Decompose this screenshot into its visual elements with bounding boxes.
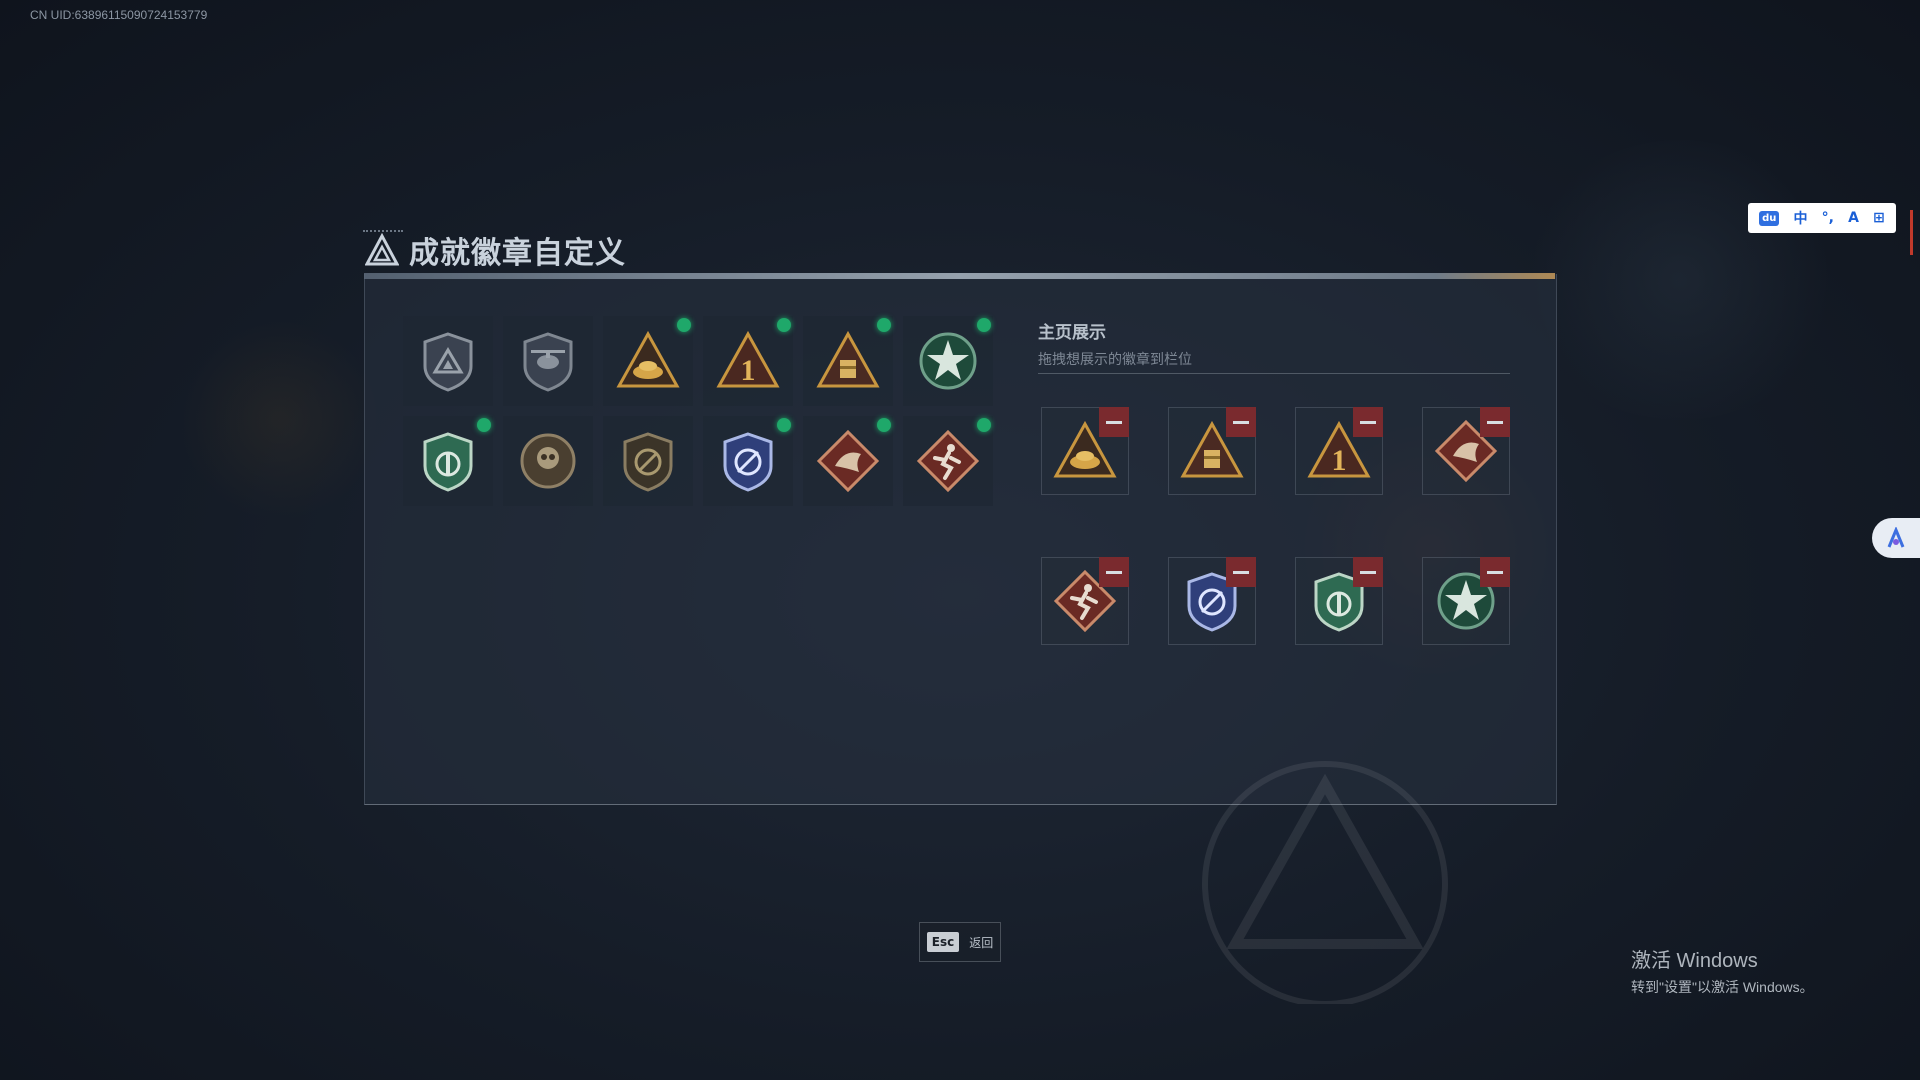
showcase-header: 主页展示 拖拽想展示的徽章到栏位 <box>1038 318 1192 369</box>
page-header: 成就徽章自定义 <box>365 228 626 272</box>
remove-badge-button[interactable] <box>1226 557 1256 587</box>
minus-icon <box>1360 420 1376 424</box>
minus-icon <box>1233 420 1249 424</box>
blue-crest-badge-icon <box>723 432 773 492</box>
windows-activation-watermark: 激活 Windows 转到"设置"以激活 Windows。 <box>1631 944 1814 997</box>
runner-diamond-badge-icon <box>916 429 980 493</box>
showcase-slot[interactable] <box>1295 557 1383 645</box>
supply-crate-triangle-badge-icon <box>816 330 880 388</box>
badge-cell[interactable] <box>403 316 493 406</box>
remove-badge-button[interactable] <box>1099 557 1129 587</box>
badge-cell[interactable] <box>703 416 793 506</box>
showcase-subtitle: 拖拽想展示的徽章到栏位 <box>1038 352 1192 368</box>
badge-cell[interactable] <box>803 316 893 406</box>
number-one-triangle-badge-icon: 1 <box>716 330 780 388</box>
unlocked-indicator-dot <box>777 418 791 432</box>
unlocked-indicator-dot <box>877 418 891 432</box>
triangle-shield-badge-icon <box>423 332 473 392</box>
minus-icon <box>1106 570 1122 574</box>
remove-badge-button[interactable] <box>1353 557 1383 587</box>
remove-badge-button[interactable] <box>1226 407 1256 437</box>
esc-key-icon: Esc <box>926 932 960 952</box>
assistant-pill-button[interactable] <box>1872 518 1920 558</box>
showcase-slot[interactable] <box>1422 407 1510 495</box>
badge-cell[interactable]: 1 <box>703 316 793 406</box>
remove-badge-button[interactable] <box>1099 407 1129 437</box>
minus-icon <box>1487 570 1503 574</box>
minus-icon <box>1106 420 1122 424</box>
ime-mode-toggle[interactable]: 中 <box>1794 208 1808 228</box>
showcase-slot[interactable] <box>1168 407 1256 495</box>
unlocked-indicator-dot <box>977 418 991 432</box>
skull-medallion-badge-icon <box>520 433 576 489</box>
unlocked-indicator-dot <box>877 318 891 332</box>
ime-logo-icon[interactable]: du <box>1759 210 1780 226</box>
ime-punct-toggle[interactable]: °, <box>1822 210 1834 226</box>
minus-icon <box>1233 570 1249 574</box>
assistant-icon <box>1887 527 1905 548</box>
showcase-slot[interactable]: 1 <box>1295 407 1383 495</box>
unlocked-indicator-dot <box>677 318 691 332</box>
badge-cell[interactable] <box>603 416 693 506</box>
panel-top-bar <box>364 273 1555 279</box>
ime-skin-icon[interactable]: A <box>1848 210 1859 226</box>
showcase-slot[interactable] <box>1422 557 1510 645</box>
badge-cell[interactable] <box>803 416 893 506</box>
svg-text:1: 1 <box>1332 444 1347 477</box>
page-title: 成就徽章自定义 <box>409 236 626 271</box>
showcase-slot[interactable] <box>1041 557 1129 645</box>
activation-title: 激活 Windows <box>1631 950 1758 972</box>
showcase-slot[interactable] <box>1041 407 1129 495</box>
unlocked-indicator-dot <box>777 318 791 332</box>
edge-indicator <box>1910 210 1913 255</box>
badge-cell[interactable] <box>903 416 993 506</box>
dragon-diamond-badge-icon <box>816 429 880 493</box>
badge-collection-grid: 1 <box>403 316 993 506</box>
ime-grid-icon[interactable]: ⊞ <box>1873 210 1885 226</box>
green-star-emblem-badge-icon <box>919 332 977 390</box>
showcase-title: 主页展示 <box>1038 323 1106 343</box>
back-button[interactable]: Esc 返回 <box>919 922 1001 962</box>
badge-cell[interactable] <box>503 416 593 506</box>
green-shield-badge-icon <box>423 432 473 492</box>
back-label: 返回 <box>969 935 994 950</box>
activation-subtitle: 转到"设置"以激活 Windows。 <box>1631 979 1814 995</box>
watermark-emblem-icon <box>1202 761 1448 1004</box>
badge-cell[interactable] <box>603 316 693 406</box>
triangle-logo-icon <box>365 233 399 266</box>
showcase-slots-grid: 1 <box>1041 407 1510 645</box>
uid-label: CN UID:638961150907241537​79 <box>30 8 208 22</box>
ime-toolbar[interactable]: du 中 °, A ⊞ <box>1748 203 1896 233</box>
remove-badge-button[interactable] <box>1480 407 1510 437</box>
showcase-divider <box>1038 373 1510 374</box>
remove-badge-button[interactable] <box>1480 557 1510 587</box>
gold-pile-triangle-badge-icon <box>616 330 680 388</box>
no-entry-shield-badge-icon <box>623 432 673 492</box>
badge-cell[interactable] <box>903 316 993 406</box>
helicopter-shield-badge-icon <box>523 332 573 392</box>
unlocked-indicator-dot <box>477 418 491 432</box>
badge-cell[interactable] <box>503 316 593 406</box>
svg-text:1: 1 <box>741 354 756 387</box>
unlocked-indicator-dot <box>977 318 991 332</box>
minus-icon <box>1487 420 1503 424</box>
remove-badge-button[interactable] <box>1353 407 1383 437</box>
minus-icon <box>1360 570 1376 574</box>
showcase-slot[interactable] <box>1168 557 1256 645</box>
badge-cell[interactable] <box>403 416 493 506</box>
